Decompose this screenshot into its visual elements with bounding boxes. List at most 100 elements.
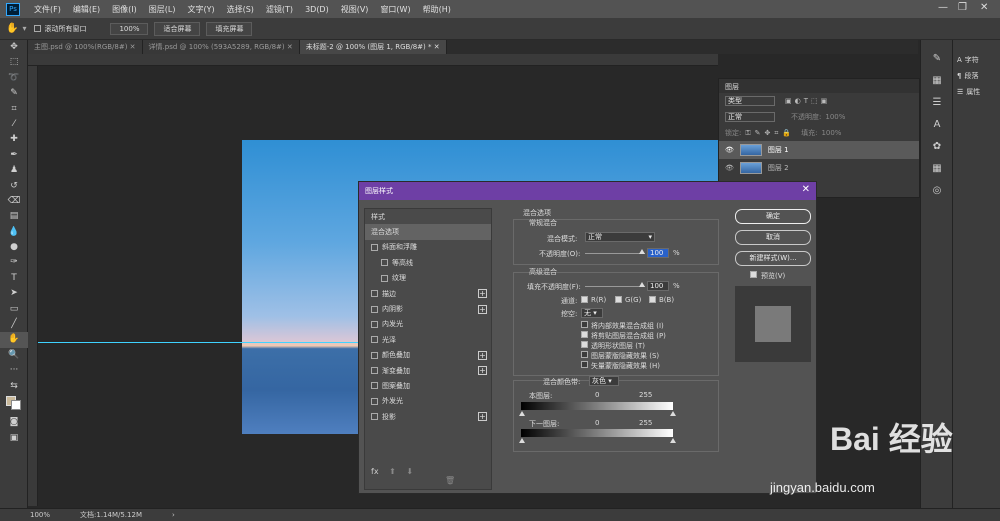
underlying-black-knob[interactable] bbox=[519, 438, 525, 443]
style-checkbox[interactable] bbox=[371, 243, 378, 251]
style-checkbox[interactable] bbox=[371, 336, 378, 344]
close-window-icon[interactable]: ✕ bbox=[980, 2, 988, 13]
trash-icon[interactable]: 🗑 bbox=[445, 476, 455, 485]
style-checkbox[interactable] bbox=[371, 290, 378, 298]
add-effect-icon[interactable]: + bbox=[478, 289, 487, 299]
fill-value[interactable]: 100% bbox=[821, 129, 841, 137]
horizontal-ruler[interactable] bbox=[28, 54, 718, 66]
channel-g-checkbox[interactable] bbox=[615, 296, 622, 303]
quick-mask-icon[interactable]: ◙ bbox=[0, 415, 28, 430]
menu-3d[interactable]: 3D(D) bbox=[299, 5, 335, 14]
fit-screen-button[interactable]: 适合屏幕 bbox=[154, 21, 201, 36]
blend-interior-checkbox[interactable] bbox=[581, 321, 588, 328]
this-layer-gradient[interactable] bbox=[521, 402, 673, 410]
move-up-icon[interactable]: ⬆ bbox=[389, 467, 396, 476]
style-item[interactable]: 混合选项 bbox=[365, 224, 491, 240]
status-arrow-icon[interactable]: › bbox=[172, 511, 175, 519]
history-brush-tool-icon[interactable]: ↺ bbox=[0, 179, 28, 194]
style-item[interactable]: 渐变叠加 + bbox=[365, 363, 491, 378]
style-item[interactable]: 光泽 bbox=[365, 332, 491, 347]
brushes-icon[interactable]: ✿ bbox=[921, 136, 953, 158]
menu-type[interactable]: 文字(Y) bbox=[181, 4, 220, 15]
filter-icons[interactable]: ▣◐T⬚▣ bbox=[785, 97, 830, 105]
eye-icon[interactable]: 👁 bbox=[725, 146, 734, 154]
properties-panel-button[interactable]: ☰ 属性 bbox=[953, 84, 1000, 100]
preview-checkbox[interactable] bbox=[750, 271, 757, 278]
blend-clipped-checkbox[interactable] bbox=[581, 331, 588, 338]
layer-blend-mode-select[interactable]: 正常 bbox=[725, 112, 775, 122]
layer-row[interactable]: 👁 图层 2 bbox=[719, 159, 919, 177]
stamp-tool-icon[interactable]: ♟ bbox=[0, 163, 28, 178]
style-item[interactable]: 投影 + bbox=[365, 409, 491, 424]
style-checkbox[interactable] bbox=[371, 397, 378, 405]
libraries-icon[interactable]: ◎ bbox=[921, 180, 953, 202]
menu-help[interactable]: 帮助(H) bbox=[417, 4, 457, 15]
channel-b-checkbox[interactable] bbox=[649, 296, 656, 303]
style-checkbox[interactable] bbox=[371, 382, 378, 390]
paragraph-panel-button[interactable]: ¶ 段落 bbox=[953, 68, 1000, 84]
style-checkbox[interactable] bbox=[371, 351, 378, 359]
move-tool-icon[interactable]: ✥ bbox=[0, 40, 28, 55]
move-down-icon[interactable]: ⬇ bbox=[406, 467, 413, 476]
brush-settings-icon[interactable]: ✎ bbox=[921, 48, 953, 70]
menu-edit[interactable]: 编辑(E) bbox=[67, 4, 106, 15]
lock-icons[interactable]: ⚿✎✥⌗🔒 bbox=[745, 129, 795, 138]
fill-opacity-slider[interactable] bbox=[585, 286, 645, 287]
layer-opacity-value[interactable]: 100% bbox=[825, 113, 845, 121]
blend-if-select[interactable]: 灰色 ▾ bbox=[589, 376, 619, 386]
scroll-all-checkbox[interactable] bbox=[34, 25, 42, 32]
blur-tool-icon[interactable]: 💧 bbox=[0, 225, 28, 240]
path-select-tool-icon[interactable]: ➤ bbox=[0, 286, 28, 301]
maximize-icon[interactable]: ❐ bbox=[958, 2, 967, 13]
fill-opacity-input[interactable]: 100 bbox=[647, 281, 669, 291]
fill-screen-button[interactable]: 填充屏幕 bbox=[206, 21, 253, 36]
marquee-tool-icon[interactable]: ⬚ bbox=[0, 55, 28, 70]
this-layer-white-knob[interactable] bbox=[670, 411, 676, 416]
lasso-tool-icon[interactable]: ➰ bbox=[0, 71, 28, 86]
eye-icon[interactable]: 👁 bbox=[725, 164, 734, 172]
screen-mode-icon[interactable]: ▣ bbox=[0, 431, 28, 446]
photoshop-logo[interactable]: Ps bbox=[6, 2, 20, 16]
style-item[interactable]: 纹理 bbox=[365, 271, 491, 286]
layer-kind-select[interactable]: 类型 bbox=[725, 96, 775, 106]
style-item[interactable]: 描边 + bbox=[365, 286, 491, 301]
line-tool-icon[interactable]: ╱ bbox=[0, 317, 28, 332]
underlying-white-knob[interactable] bbox=[670, 438, 676, 443]
menu-image[interactable]: 图像(I) bbox=[106, 4, 143, 15]
hand-tool-icon[interactable]: ✋ bbox=[0, 332, 28, 348]
zoom-tool-icon[interactable]: 🔍 bbox=[0, 348, 28, 363]
menu-file[interactable]: 文件(F) bbox=[28, 4, 67, 15]
crop-tool-icon[interactable]: ⌗ bbox=[0, 102, 28, 117]
menu-select[interactable]: 选择(S) bbox=[221, 4, 260, 15]
swap-colors-icon[interactable]: ⇆ bbox=[0, 379, 28, 394]
tab-detail-psd[interactable]: 详情.psd @ 100% (593A5289, RGB/8#) ✕ bbox=[142, 40, 300, 54]
layer-mask-hides-checkbox[interactable] bbox=[581, 351, 588, 358]
menu-view[interactable]: 视图(V) bbox=[335, 4, 375, 15]
opacity-slider-knob[interactable] bbox=[639, 249, 645, 254]
add-effect-icon[interactable]: + bbox=[478, 304, 487, 314]
color-swatches[interactable] bbox=[0, 394, 28, 410]
paragraph-style-icon[interactable]: A bbox=[921, 114, 953, 136]
swatches-icon[interactable]: ▦ bbox=[921, 70, 953, 92]
type-tool-icon[interactable]: T bbox=[0, 271, 28, 286]
style-item[interactable]: 外发光 bbox=[365, 394, 491, 409]
underlying-gradient[interactable] bbox=[521, 429, 673, 437]
opacity-slider[interactable] bbox=[585, 253, 645, 254]
tab-untitled-2[interactable]: 未标题-2 @ 100% (图层 1, RGB/8#) * ✕ bbox=[299, 40, 447, 54]
style-item[interactable]: 内发光 bbox=[365, 317, 491, 332]
style-item[interactable]: 斜面和浮雕 bbox=[365, 240, 491, 255]
shape-tool-icon[interactable]: ▭ bbox=[0, 302, 28, 317]
style-checkbox[interactable] bbox=[381, 274, 388, 282]
tab-main-psd[interactable]: 主图.psd @ 100%(RGB/8#) ✕ bbox=[28, 40, 143, 54]
close-icon[interactable]: ✕ bbox=[802, 184, 810, 195]
style-checkbox[interactable] bbox=[371, 413, 378, 421]
character-panel-button[interactable]: A 字符 bbox=[953, 52, 1000, 68]
eyedropper-tool-icon[interactable]: ⁄ bbox=[0, 117, 28, 132]
dodge-tool-icon[interactable]: ● bbox=[0, 240, 28, 255]
quick-select-tool-icon[interactable]: ✎ bbox=[0, 86, 28, 101]
add-effect-icon[interactable]: + bbox=[478, 350, 487, 360]
blend-mode-select[interactable]: 正常 ▾ bbox=[585, 232, 655, 242]
menu-layer[interactable]: 图层(L) bbox=[143, 4, 182, 15]
dialog-titlebar[interactable]: 图层样式 ✕ bbox=[359, 182, 816, 200]
more-tools-icon[interactable]: ··· bbox=[0, 363, 28, 378]
